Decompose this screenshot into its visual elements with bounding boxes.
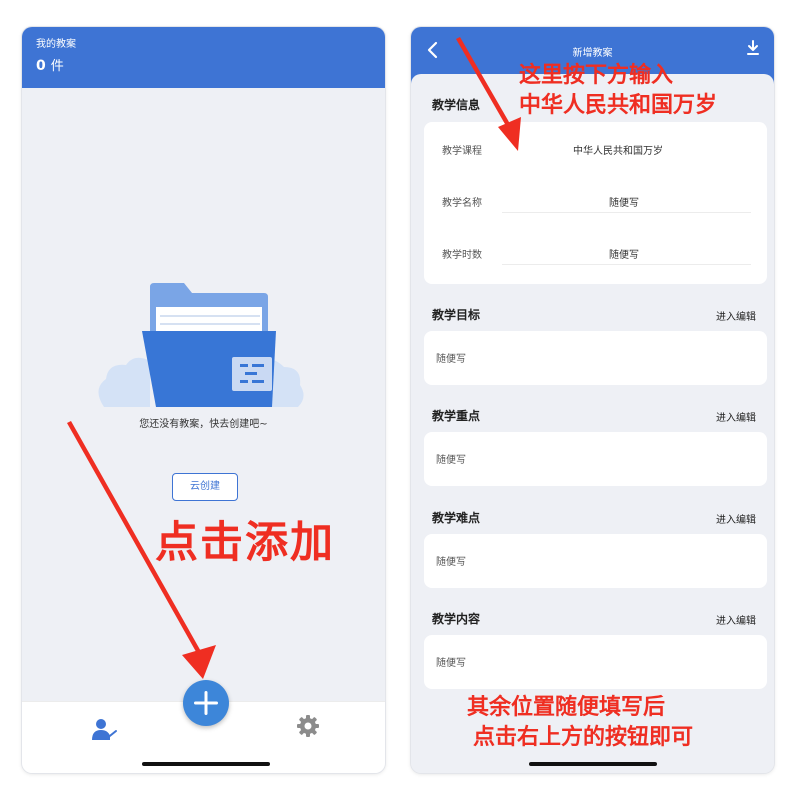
page-title: 新增教案 — [572, 48, 613, 59]
annotation-input-hint-line1: 这里按下方输入 — [519, 63, 674, 88]
add-lesson-button[interactable] — [183, 680, 229, 726]
edit-link-content[interactable]: 进入编辑 — [716, 612, 756, 627]
annotation-finish-hint-line2: 点击右上方的按钮即可 — [473, 725, 694, 750]
right-phone-screen: 新增教案 教学信息 教学课程 中华人民共和国万岁 教学名称 随便写 教学时数 随… — [411, 27, 774, 773]
empty-folder-illustration — [98, 283, 304, 407]
section-content: 随便写 — [436, 455, 466, 466]
hours-input-value[interactable]: 随便写 — [609, 246, 639, 261]
gear-icon[interactable] — [296, 714, 320, 738]
row-divider — [502, 212, 751, 213]
plus-icon — [194, 691, 218, 715]
lesson-count-unit: 件 — [50, 59, 64, 74]
section-title-difficulties: 教学难点 — [432, 511, 481, 525]
info-row-label: 教学名称 — [442, 198, 482, 209]
section-title-info: 教学信息 — [432, 98, 481, 112]
info-row-course[interactable]: 教学课程 中华人民共和国万岁 — [442, 136, 751, 164]
annotation-input-hint: 这里按下方输入 中华人民共和国万岁 — [519, 61, 717, 121]
cloud-create-button[interactable]: 云创建 — [172, 473, 238, 501]
edit-link-key-points[interactable]: 进入编辑 — [716, 409, 756, 424]
annotation-input-hint-line2: 中华人民共和国万岁 — [519, 93, 718, 118]
download-icon[interactable] — [745, 39, 761, 57]
annotation-finish-hint-line1: 其余位置随便填写后 — [467, 695, 666, 720]
lesson-count: 0件 — [36, 58, 371, 75]
teacher-icon[interactable] — [92, 718, 118, 742]
annotation-click-add: 点击添加 — [155, 518, 335, 568]
section-card-key-points[interactable]: 随便写 — [424, 432, 767, 486]
edit-link-goal[interactable]: 进入编辑 — [716, 308, 756, 323]
my-lessons-label: 我的教案 — [36, 39, 76, 50]
lesson-count-number: 0 — [36, 58, 46, 74]
home-indicator — [529, 762, 657, 766]
course-input-value[interactable]: 中华人民共和国万岁 — [573, 142, 663, 157]
left-phone-screen: 我的教案 0件 您还没有教案，快去创建吧~ 云创建 点击添加 — [22, 27, 385, 773]
row-divider — [502, 264, 751, 265]
section-content: 随便写 — [436, 557, 466, 568]
annotation-finish-hint: 其余位置随便填写后 点击右上方的按钮即可 — [463, 693, 733, 753]
section-card-goal[interactable]: 随便写 — [424, 331, 767, 385]
info-row-label: 教学课程 — [442, 146, 482, 157]
edit-link-difficulties[interactable]: 进入编辑 — [716, 511, 756, 526]
section-content: 随便写 — [436, 354, 466, 365]
lesson-info-card: 教学课程 中华人民共和国万岁 教学名称 随便写 教学时数 随便写 — [424, 122, 767, 284]
info-row-hours[interactable]: 教学时数 随便写 — [442, 240, 751, 268]
info-row-name[interactable]: 教学名称 随便写 — [442, 188, 751, 216]
home-indicator — [142, 762, 270, 766]
info-row-label: 教学时数 — [442, 250, 482, 261]
section-title-key-points: 教学重点 — [432, 409, 481, 423]
name-input-value[interactable]: 随便写 — [609, 194, 639, 209]
section-card-difficulties[interactable]: 随便写 — [424, 534, 767, 588]
section-content: 随便写 — [436, 658, 466, 669]
section-card-content[interactable]: 随便写 — [424, 635, 767, 689]
section-title-content: 教学内容 — [432, 612, 481, 626]
form-sheet: 教学信息 教学课程 中华人民共和国万岁 教学名称 随便写 教学时数 随便写 教学… — [411, 74, 774, 773]
section-title-goal: 教学目标 — [432, 308, 481, 322]
lesson-list-header: 我的教案 0件 — [22, 27, 385, 88]
empty-state-message: 您还没有教案，快去创建吧~ — [139, 419, 268, 430]
